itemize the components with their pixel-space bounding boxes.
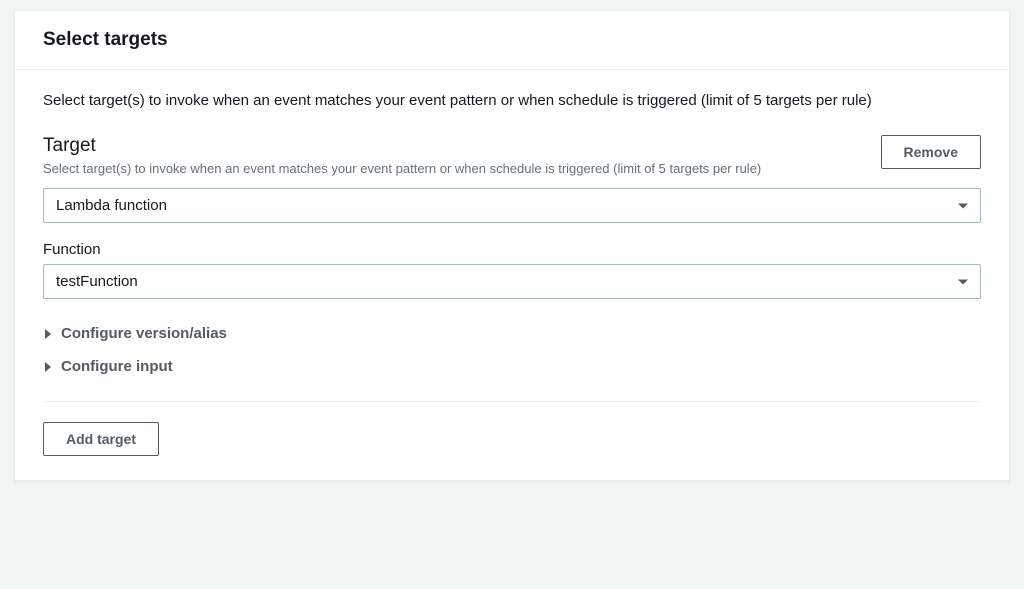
caret-right-icon [45, 329, 51, 339]
configure-input-label: Configure input [61, 358, 173, 375]
configure-version-alias-toggle[interactable]: Configure version/alias [43, 317, 981, 350]
caret-down-icon [958, 279, 968, 284]
select-targets-panel: Select targets Select target(s) to invok… [14, 10, 1010, 481]
caret-down-icon [958, 203, 968, 208]
target-type-field: Lambda function [43, 188, 981, 223]
target-header-text: Target Select target(s) to invoke when a… [43, 135, 861, 179]
target-label: Target [43, 135, 861, 157]
target-help-text: Select target(s) to invoke when an event… [43, 159, 861, 179]
target-header-row: Target Select target(s) to invoke when a… [43, 135, 981, 179]
add-target-button[interactable]: Add target [43, 422, 159, 456]
configure-version-alias-label: Configure version/alias [61, 325, 227, 342]
panel-description: Select target(s) to invoke when an event… [43, 90, 981, 113]
divider [43, 401, 981, 402]
target-type-value: Lambda function [56, 197, 167, 214]
function-value: testFunction [56, 273, 138, 290]
remove-button[interactable]: Remove [881, 135, 981, 169]
panel-header: Select targets [15, 11, 1009, 70]
function-field: Function testFunction [43, 241, 981, 299]
target-type-select[interactable]: Lambda function [43, 188, 981, 223]
function-label: Function [43, 241, 981, 258]
caret-right-icon [45, 362, 51, 372]
configure-input-toggle[interactable]: Configure input [43, 350, 981, 383]
panel-body: Select target(s) to invoke when an event… [15, 70, 1009, 480]
panel-title: Select targets [43, 29, 981, 51]
function-select[interactable]: testFunction [43, 264, 981, 299]
